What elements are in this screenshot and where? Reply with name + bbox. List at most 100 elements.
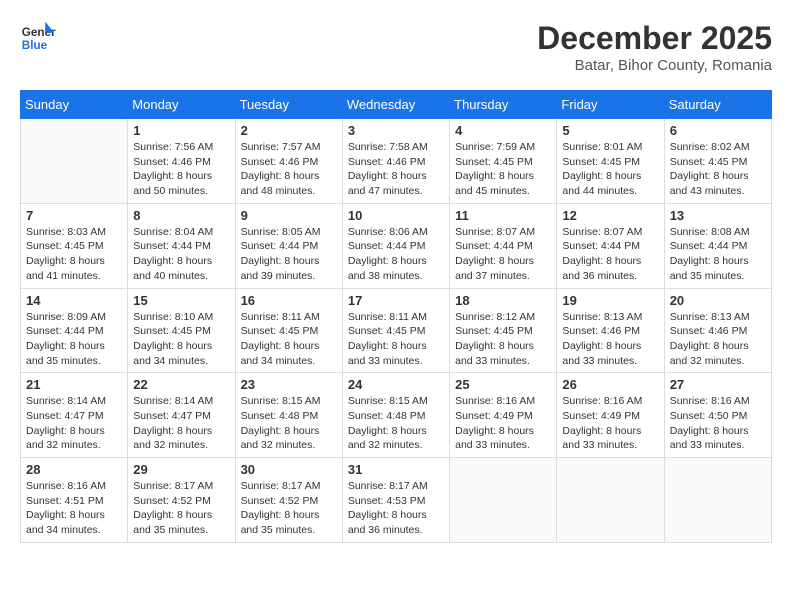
day-number: 29 <box>133 462 229 477</box>
day-number: 17 <box>348 293 444 308</box>
day-info: Sunrise: 8:16 AM Sunset: 4:49 PM Dayligh… <box>562 394 658 453</box>
day-number: 24 <box>348 377 444 392</box>
day-info: Sunrise: 8:17 AM Sunset: 4:53 PM Dayligh… <box>348 479 444 538</box>
day-header-friday: Friday <box>557 91 664 119</box>
calendar-header-row: SundayMondayTuesdayWednesdayThursdayFrid… <box>21 91 772 119</box>
calendar-cell: 22 Sunrise: 8:14 AM Sunset: 4:47 PM Dayli… <box>128 373 235 458</box>
calendar-cell: 19 Sunrise: 8:13 AM Sunset: 4:46 PM Dayli… <box>557 288 664 373</box>
day-number: 26 <box>562 377 658 392</box>
day-info: Sunrise: 8:12 AM Sunset: 4:45 PM Dayligh… <box>455 310 551 369</box>
calendar-cell: 14 Sunrise: 8:09 AM Sunset: 4:44 PM Dayli… <box>21 288 128 373</box>
day-info: Sunrise: 8:16 AM Sunset: 4:51 PM Dayligh… <box>26 479 122 538</box>
day-number: 19 <box>562 293 658 308</box>
calendar-cell: 13 Sunrise: 8:08 AM Sunset: 4:44 PM Dayli… <box>664 203 771 288</box>
calendar-cell: 10 Sunrise: 8:06 AM Sunset: 4:44 PM Dayli… <box>342 203 449 288</box>
day-info: Sunrise: 8:15 AM Sunset: 4:48 PM Dayligh… <box>348 394 444 453</box>
day-number: 12 <box>562 208 658 223</box>
day-number: 16 <box>241 293 337 308</box>
calendar-cell: 3 Sunrise: 7:58 AM Sunset: 4:46 PM Daylig… <box>342 119 449 204</box>
day-info: Sunrise: 8:10 AM Sunset: 4:45 PM Dayligh… <box>133 310 229 369</box>
day-number: 21 <box>26 377 122 392</box>
day-header-sunday: Sunday <box>21 91 128 119</box>
day-info: Sunrise: 8:08 AM Sunset: 4:44 PM Dayligh… <box>670 225 766 284</box>
day-info: Sunrise: 7:56 AM Sunset: 4:46 PM Dayligh… <box>133 140 229 199</box>
calendar-cell: 28Sunrise: 8:16 AM Sunset: 4:51 PM Dayli… <box>21 458 128 543</box>
day-header-monday: Monday <box>128 91 235 119</box>
day-number: 22 <box>133 377 229 392</box>
day-number: 10 <box>348 208 444 223</box>
day-number: 1 <box>133 123 229 138</box>
calendar-week-1: 1 Sunrise: 7:56 AM Sunset: 4:46 PM Daylig… <box>21 119 772 204</box>
day-info: Sunrise: 8:13 AM Sunset: 4:46 PM Dayligh… <box>670 310 766 369</box>
calendar-cell: 24 Sunrise: 8:15 AM Sunset: 4:48 PM Dayli… <box>342 373 449 458</box>
calendar-cell: 15Sunrise: 8:10 AM Sunset: 4:45 PM Dayli… <box>128 288 235 373</box>
day-info: Sunrise: 8:07 AM Sunset: 4:44 PM Dayligh… <box>455 225 551 284</box>
day-header-saturday: Saturday <box>664 91 771 119</box>
calendar-cell: 12 Sunrise: 8:07 AM Sunset: 4:44 PM Dayli… <box>557 203 664 288</box>
day-number: 8 <box>133 208 229 223</box>
day-info: Sunrise: 8:14 AM Sunset: 4:47 PM Dayligh… <box>133 394 229 453</box>
day-info: Sunrise: 8:16 AM Sunset: 4:49 PM Dayligh… <box>455 394 551 453</box>
day-info: Sunrise: 8:09 AM Sunset: 4:44 PM Dayligh… <box>26 310 122 369</box>
calendar-cell <box>450 458 557 543</box>
day-info: Sunrise: 8:15 AM Sunset: 4:48 PM Dayligh… <box>241 394 337 453</box>
day-info: Sunrise: 8:17 AM Sunset: 4:52 PM Dayligh… <box>241 479 337 538</box>
logo: General Blue <box>20 20 56 56</box>
calendar-cell: 29Sunrise: 8:17 AM Sunset: 4:52 PM Dayli… <box>128 458 235 543</box>
month-title: December 2025 <box>537 20 772 57</box>
day-number: 7 <box>26 208 122 223</box>
day-info: Sunrise: 8:14 AM Sunset: 4:47 PM Dayligh… <box>26 394 122 453</box>
day-number: 30 <box>241 462 337 477</box>
calendar-table: SundayMondayTuesdayWednesdayThursdayFrid… <box>20 90 772 543</box>
location-subtitle: Batar, Bihor County, Romania <box>537 57 772 74</box>
svg-text:General: General <box>22 26 56 39</box>
day-number: 27 <box>670 377 766 392</box>
day-number: 13 <box>670 208 766 223</box>
svg-text:Blue: Blue <box>22 39 48 52</box>
day-number: 4 <box>455 123 551 138</box>
calendar-cell: 11 Sunrise: 8:07 AM Sunset: 4:44 PM Dayli… <box>450 203 557 288</box>
day-number: 5 <box>562 123 658 138</box>
calendar-cell: 16Sunrise: 8:11 AM Sunset: 4:45 PM Dayli… <box>235 288 342 373</box>
calendar-cell: 31 Sunrise: 8:17 AM Sunset: 4:53 PM Dayli… <box>342 458 449 543</box>
calendar-cell <box>664 458 771 543</box>
day-number: 18 <box>455 293 551 308</box>
day-info: Sunrise: 8:06 AM Sunset: 4:44 PM Dayligh… <box>348 225 444 284</box>
day-info: Sunrise: 8:03 AM Sunset: 4:45 PM Dayligh… <box>26 225 122 284</box>
day-number: 23 <box>241 377 337 392</box>
calendar-cell: 30 Sunrise: 8:17 AM Sunset: 4:52 PM Dayli… <box>235 458 342 543</box>
calendar-cell: 2 Sunrise: 7:57 AM Sunset: 4:46 PM Daylig… <box>235 119 342 204</box>
day-number: 11 <box>455 208 551 223</box>
day-number: 2 <box>241 123 337 138</box>
day-number: 14 <box>26 293 122 308</box>
day-info: Sunrise: 8:13 AM Sunset: 4:46 PM Dayligh… <box>562 310 658 369</box>
calendar-cell: 4Sunrise: 7:59 AM Sunset: 4:45 PM Daylig… <box>450 119 557 204</box>
calendar-body: 1 Sunrise: 7:56 AM Sunset: 4:46 PM Daylig… <box>21 119 772 543</box>
day-info: Sunrise: 8:07 AM Sunset: 4:44 PM Dayligh… <box>562 225 658 284</box>
calendar-cell: 27Sunrise: 8:16 AM Sunset: 4:50 PM Dayli… <box>664 373 771 458</box>
calendar-cell: 26 Sunrise: 8:16 AM Sunset: 4:49 PM Dayli… <box>557 373 664 458</box>
day-number: 3 <box>348 123 444 138</box>
day-number: 9 <box>241 208 337 223</box>
day-header-wednesday: Wednesday <box>342 91 449 119</box>
day-info: Sunrise: 8:01 AM Sunset: 4:45 PM Dayligh… <box>562 140 658 199</box>
calendar-cell: 23 Sunrise: 8:15 AM Sunset: 4:48 PM Dayli… <box>235 373 342 458</box>
day-info: Sunrise: 7:57 AM Sunset: 4:46 PM Dayligh… <box>241 140 337 199</box>
day-info: Sunrise: 8:05 AM Sunset: 4:44 PM Dayligh… <box>241 225 337 284</box>
page-header: General Blue December 2025 Batar, Bihor … <box>20 20 772 74</box>
calendar-cell: 9 Sunrise: 8:05 AM Sunset: 4:44 PM Daylig… <box>235 203 342 288</box>
day-number: 31 <box>348 462 444 477</box>
calendar-cell: 6Sunrise: 8:02 AM Sunset: 4:45 PM Daylig… <box>664 119 771 204</box>
day-info: Sunrise: 8:02 AM Sunset: 4:45 PM Dayligh… <box>670 140 766 199</box>
day-number: 25 <box>455 377 551 392</box>
day-info: Sunrise: 7:58 AM Sunset: 4:46 PM Dayligh… <box>348 140 444 199</box>
day-number: 20 <box>670 293 766 308</box>
logo-icon: General Blue <box>20 20 56 56</box>
calendar-cell: 21 Sunrise: 8:14 AM Sunset: 4:47 PM Dayli… <box>21 373 128 458</box>
day-header-thursday: Thursday <box>450 91 557 119</box>
calendar-cell: 17Sunrise: 8:11 AM Sunset: 4:45 PM Dayli… <box>342 288 449 373</box>
calendar-cell: 20 Sunrise: 8:13 AM Sunset: 4:46 PM Dayli… <box>664 288 771 373</box>
calendar-cell: 18 Sunrise: 8:12 AM Sunset: 4:45 PM Dayli… <box>450 288 557 373</box>
calendar-cell: 8Sunrise: 8:04 AM Sunset: 4:44 PM Daylig… <box>128 203 235 288</box>
calendar-cell: 25 Sunrise: 8:16 AM Sunset: 4:49 PM Dayli… <box>450 373 557 458</box>
